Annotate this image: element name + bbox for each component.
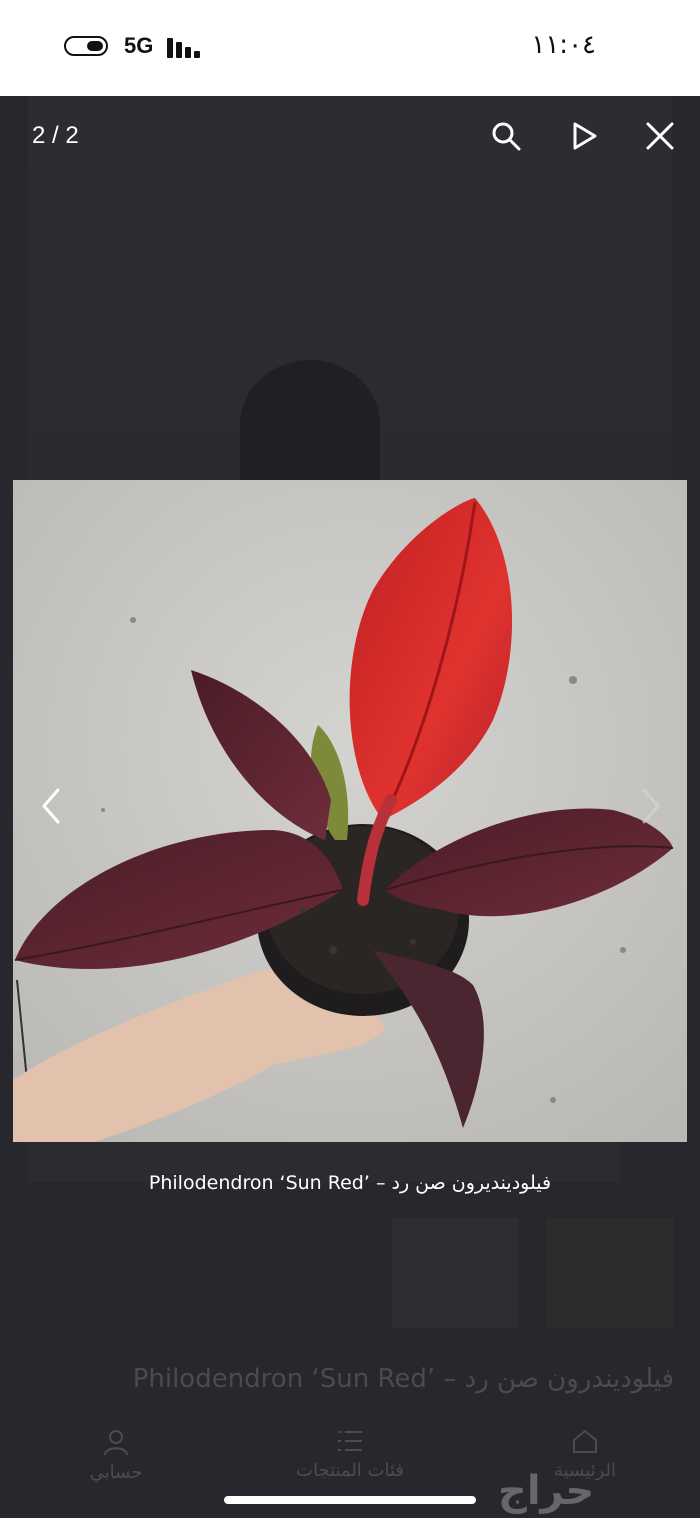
search-icon[interactable] xyxy=(488,118,524,154)
nav-categories-label: فئات المنتجات xyxy=(296,1460,404,1481)
home-indicator xyxy=(224,1496,476,1504)
nav-account[interactable]: حسابي xyxy=(80,1428,152,1483)
image-caption: Philodendron ‘Sun Red’ – فيلودينديرون صن… xyxy=(148,1172,552,1194)
user-icon xyxy=(104,1430,128,1456)
thumbnail-2[interactable] xyxy=(546,1218,674,1328)
image-counter: 2 / 2 xyxy=(32,122,79,149)
status-bar: 5G ١١:٠٤ xyxy=(0,0,700,96)
signal-icon xyxy=(167,36,207,58)
haraj-logo: حراج xyxy=(498,1468,595,1514)
battery-icon xyxy=(64,36,108,56)
thumbnail-1[interactable] xyxy=(392,1218,518,1328)
product-photo[interactable] xyxy=(13,480,687,1142)
previous-arrow-icon[interactable] xyxy=(36,784,66,828)
clock: ١١:٠٤ xyxy=(531,30,596,60)
nav-categories[interactable]: فئات المنتجات xyxy=(282,1428,418,1481)
network-type: 5G xyxy=(124,33,154,58)
close-icon[interactable] xyxy=(642,118,678,154)
play-icon[interactable] xyxy=(566,118,602,154)
plant-illustration xyxy=(13,480,687,1142)
background-photo-leaf xyxy=(240,360,380,490)
next-arrow-icon[interactable] xyxy=(636,784,666,828)
home-icon xyxy=(573,1429,597,1453)
product-title: Philodendron ‘Sun Red’ – فيلوديندرون صن … xyxy=(132,1364,674,1394)
nav-account-label: حسابي xyxy=(89,1462,143,1483)
list-icon xyxy=(338,1431,362,1451)
